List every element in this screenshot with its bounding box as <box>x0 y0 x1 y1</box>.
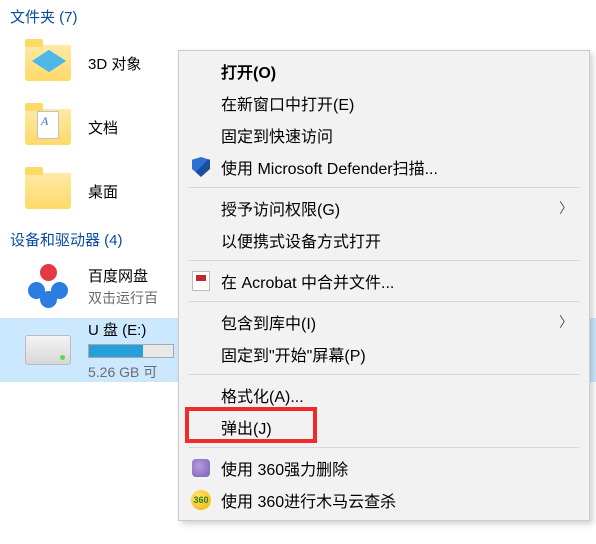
chevron-right-icon: 〉 <box>559 312 573 332</box>
item-sublabel: 5.26 GB 可 <box>88 362 174 382</box>
shield-icon <box>189 155 213 179</box>
brush-icon <box>189 456 213 480</box>
menu-eject[interactable]: 弹出(J) <box>181 411 587 443</box>
menu-separator <box>189 374 579 375</box>
menu-separator <box>189 187 579 188</box>
item-label: 文档 <box>88 117 118 138</box>
menu-include-in-library[interactable]: 包含到库中(I)〉 <box>181 306 587 338</box>
folder-icon <box>24 39 72 87</box>
folders-section-header: 文件夹 (7) <box>0 0 596 31</box>
capacity-bar <box>88 344 174 358</box>
drive-icon <box>24 326 72 374</box>
item-label: U 盘 (E:) <box>88 319 174 340</box>
pdf-icon <box>189 269 213 293</box>
menu-open[interactable]: 打开(O) <box>181 55 587 87</box>
item-label: 百度网盘 <box>88 265 158 286</box>
menu-grant-access[interactable]: 授予访问权限(G)〉 <box>181 192 587 224</box>
menu-open-new-window[interactable]: 在新窗口中打开(E) <box>181 87 587 119</box>
360-icon: 360 <box>189 488 213 512</box>
menu-pin-quick-access[interactable]: 固定到快速访问 <box>181 119 587 151</box>
menu-separator <box>189 260 579 261</box>
menu-360-cloud-scan[interactable]: 360使用 360进行木马云查杀 <box>181 484 587 516</box>
menu-format[interactable]: 格式化(A)... <box>181 379 587 411</box>
baidu-icon <box>24 262 72 310</box>
chevron-right-icon: 〉 <box>559 198 573 218</box>
item-label: 桌面 <box>88 181 118 202</box>
menu-separator <box>189 447 579 448</box>
menu-separator <box>189 301 579 302</box>
folder-icon <box>24 167 72 215</box>
menu-defender-scan[interactable]: 使用 Microsoft Defender扫描... <box>181 151 587 183</box>
context-menu: 打开(O) 在新窗口中打开(E) 固定到快速访问 使用 Microsoft De… <box>178 50 590 521</box>
menu-open-portable[interactable]: 以便携式设备方式打开 <box>181 224 587 256</box>
menu-360-force-delete[interactable]: 使用 360强力删除 <box>181 452 587 484</box>
item-sublabel: 双击运行百 <box>88 288 158 308</box>
item-label: 3D 对象 <box>88 53 141 74</box>
folder-icon <box>24 103 72 151</box>
menu-acrobat-combine[interactable]: 在 Acrobat 中合并文件... <box>181 265 587 297</box>
menu-pin-to-start[interactable]: 固定到"开始"屏幕(P) <box>181 338 587 370</box>
